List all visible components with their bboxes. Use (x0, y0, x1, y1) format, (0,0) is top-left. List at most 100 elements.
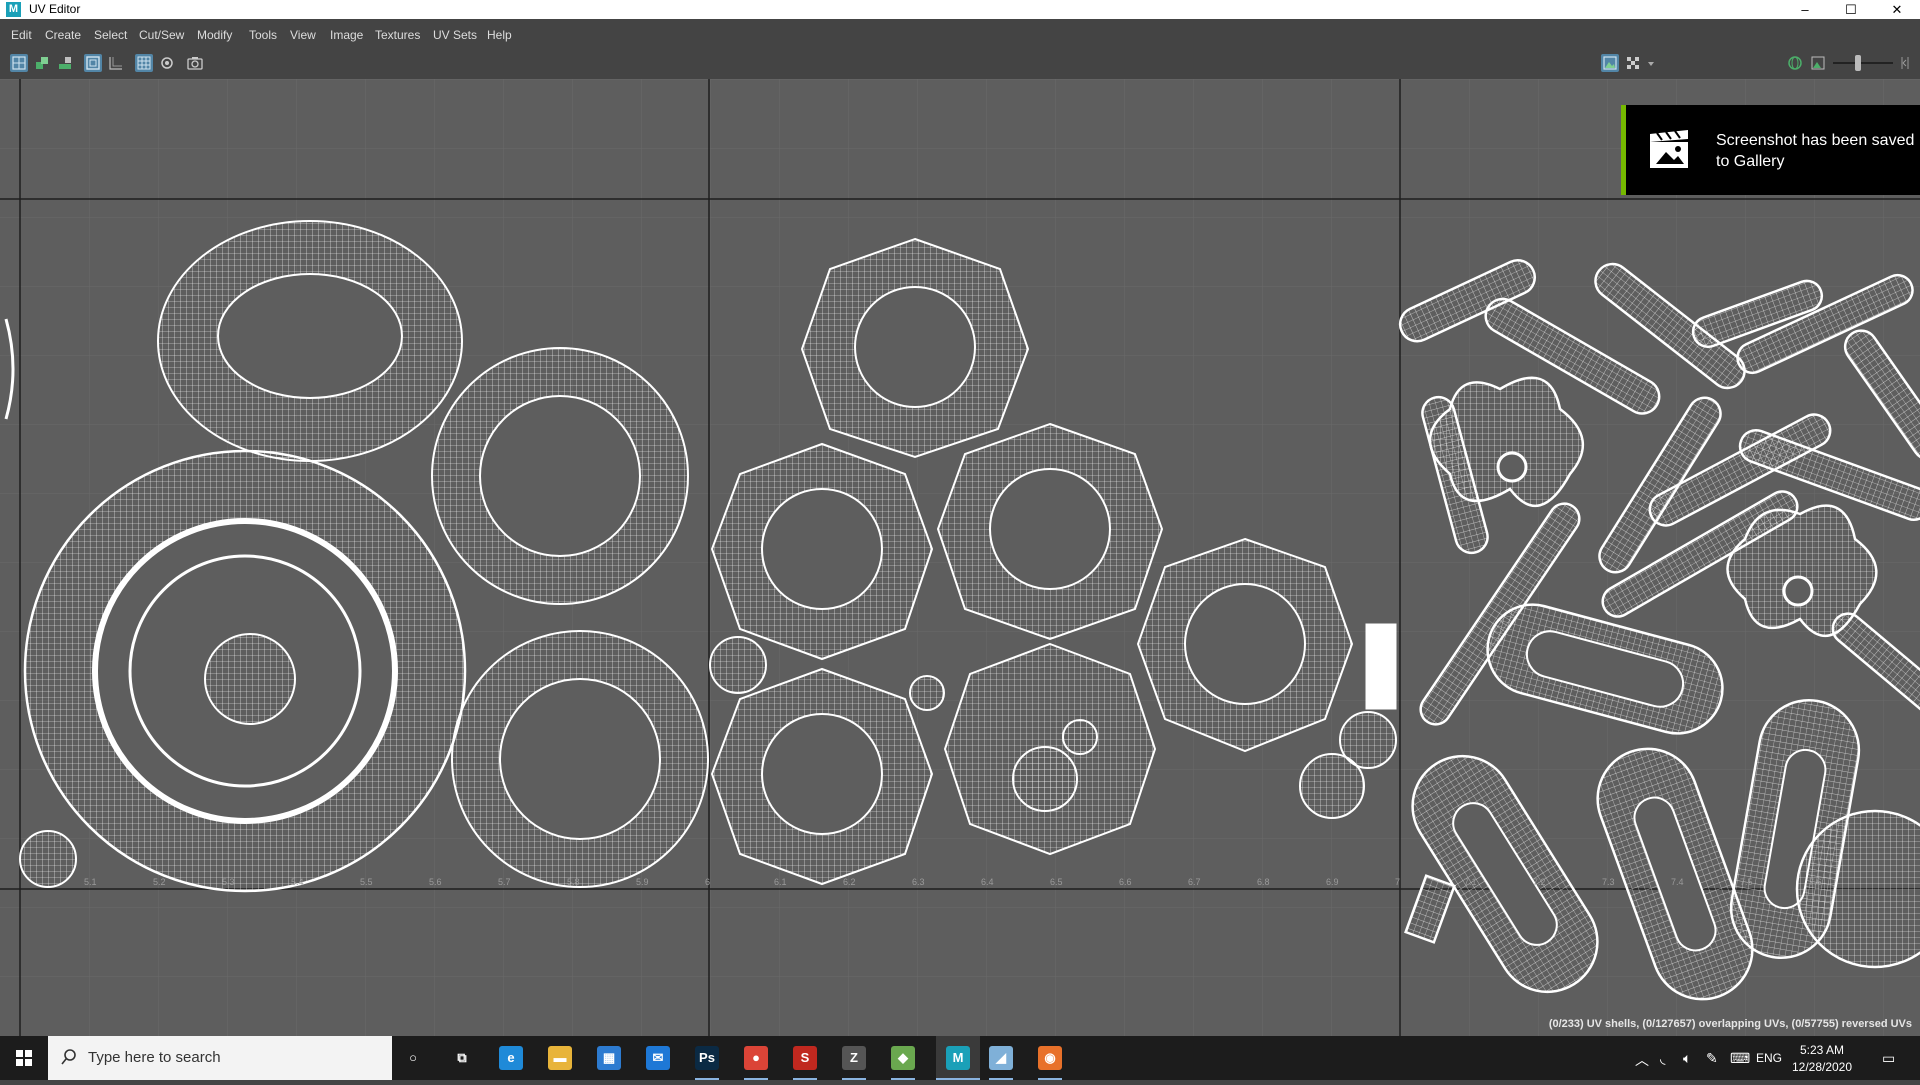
shaded-uv-icon[interactable] (33, 54, 51, 72)
menu-textures[interactable]: Textures (375, 28, 420, 42)
checker-pattern-icon[interactable] (1624, 54, 1642, 72)
maya-icon[interactable]: M (936, 1036, 980, 1080)
uv-shell (1299, 753, 1365, 819)
menu-help[interactable]: Help (487, 28, 512, 42)
uv-shell (479, 395, 641, 557)
exposure-slider-handle[interactable] (1855, 55, 1861, 71)
uv-status-readout: (0/233) UV shells, (0/127657) overlappin… (1548, 1018, 1912, 1030)
tick-label: 7.5 (1740, 877, 1753, 887)
start-button[interactable] (0, 1036, 48, 1080)
keyboard-icon[interactable]: ⌨ (1730, 1050, 1750, 1067)
menu-bar: Edit Create Select Cut/Sew Modify Tools … (0, 19, 1920, 51)
search-icon (61, 1049, 76, 1065)
map-app-glyph: ◆ (891, 1046, 915, 1070)
menu-create[interactable]: Create (45, 28, 81, 42)
photoshop-icon[interactable]: Ps (691, 1042, 723, 1080)
uv-shell (909, 675, 945, 711)
zbrush-glyph: Z (842, 1046, 866, 1070)
toolbar-overflow-icon[interactable] (1896, 54, 1914, 72)
pen-icon[interactable]: ✎ (1706, 1050, 1718, 1067)
uv-grid-toggle-icon[interactable] (10, 54, 28, 72)
pin-app-icon[interactable]: ◉ (1034, 1042, 1066, 1080)
uv-shell (217, 273, 403, 399)
minimize-button[interactable]: – (1782, 0, 1828, 19)
zbrush-icon[interactable]: Z (838, 1042, 870, 1080)
dropdown-arrow-icon[interactable] (1645, 54, 1657, 72)
maya-glyph: M (946, 1046, 970, 1070)
exposure-slider-track[interactable] (1833, 62, 1893, 64)
menu-edit[interactable]: Edit (11, 28, 32, 42)
menu-modify[interactable]: Modify (197, 28, 232, 42)
cortana-icon[interactable]: ○ (397, 1042, 429, 1074)
uv-shell (761, 713, 883, 835)
windows-logo-icon (16, 1050, 32, 1066)
store-icon[interactable]: ▦ (593, 1042, 625, 1074)
mail-icon[interactable]: ✉ (642, 1042, 674, 1074)
task-view-glyph: ⧉ (457, 1050, 467, 1065)
menu-select[interactable]: Select (94, 28, 127, 42)
tick-label: 6.9 (1326, 877, 1339, 887)
checker-grid-icon[interactable] (135, 54, 153, 72)
texture-borders-icon[interactable] (56, 54, 74, 72)
cortana-glyph: ○ (409, 1050, 417, 1065)
uv-canvas[interactable]: 5.1 5.2 5.3 5.4 5.5 5.6 5.7 5.8 5.9 6 6.1 6.2 6.3 6.4… (0, 79, 1920, 1036)
substance-icon[interactable]: S (789, 1042, 821, 1080)
uv-shell (761, 488, 883, 610)
screenshot-toast[interactable]: Screenshot has been saved to Gallery (1621, 105, 1920, 195)
tick-label: 7.6 (1809, 877, 1822, 887)
menu-cut-sew[interactable]: Cut/Sew (139, 28, 184, 42)
pin-app-glyph: ◉ (1038, 1046, 1062, 1070)
texture-display-icon[interactable] (1601, 54, 1619, 72)
task-view-icon[interactable]: ⧉ (446, 1042, 478, 1074)
menu-tools[interactable]: Tools (249, 28, 277, 42)
tick-label: 5.8 (567, 877, 580, 887)
pixel-snap-icon[interactable] (107, 54, 125, 72)
uv-viewport[interactable]: 5.1 5.2 5.3 5.4 5.5 5.6 5.7 5.8 5.9 6 6.1 6.2 6.3 6.4… (0, 79, 1920, 1036)
maximize-button[interactable]: ☐ (1828, 0, 1874, 19)
file-explorer-icon[interactable]: ▬ (544, 1042, 576, 1074)
chrome-icon[interactable]: ● (740, 1042, 772, 1080)
tick-label: 6.1 (774, 877, 787, 887)
uv-shell (1012, 746, 1078, 812)
display-grid-icon[interactable] (84, 54, 102, 72)
close-button[interactable]: ✕ (1874, 0, 1920, 19)
volume-icon[interactable]: 🔈︎ (1683, 1050, 1691, 1067)
tick-label: 6 (705, 877, 710, 887)
uv-shell (989, 468, 1111, 590)
mail-glyph: ✉ (646, 1046, 670, 1070)
menu-view[interactable]: View (290, 28, 316, 42)
marmoset-glyph: ◢ (989, 1046, 1013, 1070)
taskbar: Type here to search ○ ⧉ e ▬ ▦ ✉ Ps ● S Z ◆ M ◢ ◉ ︿ ◟ … (0, 1036, 1920, 1080)
tick-label: 6.6 (1119, 877, 1132, 887)
globe-settings-icon[interactable] (1786, 54, 1804, 72)
uv-shell (204, 633, 296, 725)
edge-icon[interactable]: e (495, 1042, 527, 1074)
marmoset-icon[interactable]: ◢ (985, 1042, 1017, 1080)
language-indicator[interactable]: ENG (1756, 1051, 1782, 1065)
uv-shell (19, 830, 77, 888)
uv-shell (1184, 583, 1306, 705)
uv-shell (1062, 719, 1098, 755)
network-icon[interactable]: ◟ (1660, 1050, 1665, 1067)
tick-label: 5.9 (636, 877, 649, 887)
title-bar: M UV Editor – ☐ ✕ (0, 0, 1920, 19)
notifications-icon[interactable]: ▭ (1882, 1050, 1895, 1067)
search-placeholder: Type here to search (88, 1049, 221, 1066)
tick-label: 7 (1395, 877, 1400, 887)
map-app-icon[interactable]: ◆ (887, 1042, 919, 1080)
menu-image[interactable]: Image (330, 28, 363, 42)
taskbar-search[interactable]: Type here to search (48, 1036, 392, 1080)
clock-time[interactable]: 5:23 AM (1787, 1043, 1857, 1057)
menu-uv-sets[interactable]: UV Sets (433, 28, 477, 42)
tick-label: 5.7 (498, 877, 511, 887)
image-dim-icon[interactable] (158, 54, 176, 72)
tick-label: 6.7 (1188, 877, 1201, 887)
camera-snapshot-icon[interactable] (186, 54, 204, 72)
clock-date[interactable]: 12/28/2020 (1787, 1060, 1857, 1074)
tick-label: 6.8 (1257, 877, 1270, 887)
toast-message: Screenshot has been saved to Gallery (1716, 132, 1915, 170)
image-filter-icon[interactable] (1809, 54, 1827, 72)
show-hidden-icons-icon[interactable]: ︿ (1635, 1050, 1649, 1070)
file-explorer-glyph: ▬ (548, 1046, 572, 1070)
uv-shell (1782, 575, 1814, 607)
